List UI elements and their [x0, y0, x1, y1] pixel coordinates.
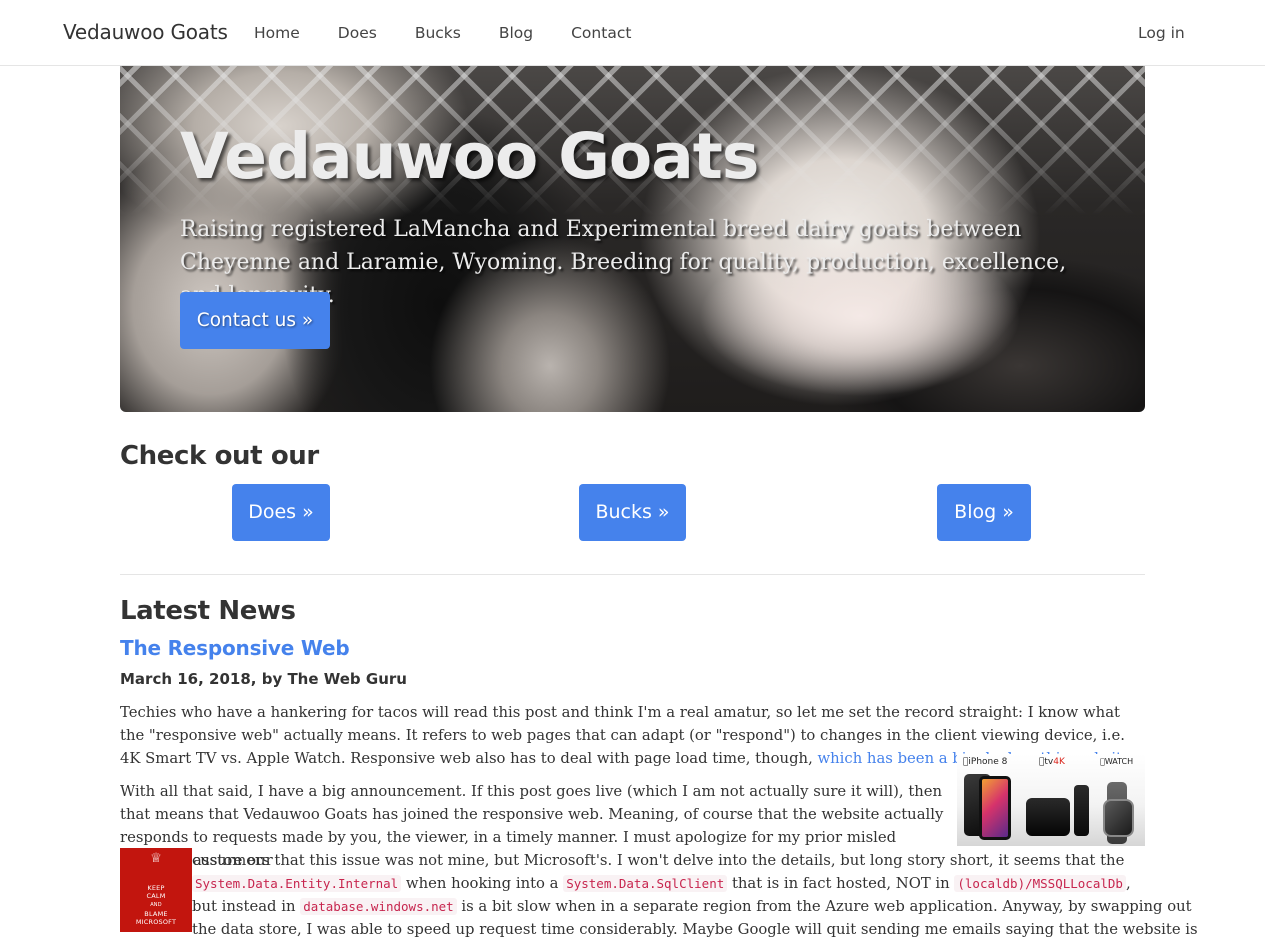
nav-link-blog[interactable]: Blog	[499, 24, 533, 42]
post-paragraph-2-line7: the data store, I was able to speed up r…	[192, 921, 1198, 938]
iphone-front-shape	[979, 776, 1011, 840]
brand-link[interactable]: Vedauwoo Goats	[63, 20, 228, 44]
appletv-box-shape	[1026, 798, 1070, 836]
does-button[interactable]: Does »	[232, 484, 330, 541]
post-text-slow: is a bit slow when in a separate region …	[456, 898, 1192, 915]
section-divider	[120, 574, 1145, 575]
post-paragraph-2-line4: customers that this issue was not mine, …	[192, 852, 1125, 869]
navbar: Vedauwoo Goats Home Does Bucks Blog Cont…	[0, 0, 1265, 66]
code-sqlclient: System.Data.SqlClient	[563, 875, 728, 892]
keepcalm-line-calm: CALM	[146, 892, 166, 900]
post-paragraph-2-line5: System.Data.Entity.Internal when hooking…	[192, 872, 1152, 895]
appletv-remote-shape	[1074, 785, 1089, 836]
latest-news-heading: Latest News	[120, 596, 296, 626]
nav-link-does[interactable]: Does	[338, 24, 377, 42]
checkout-heading: Check out our	[120, 441, 319, 471]
code-localdb: (localdb)/MSSQLLocalDb	[954, 875, 1126, 892]
crown-icon: ♕	[150, 851, 162, 866]
hero-jumbotron: Vedauwoo Goats Raising registered LaManc…	[120, 66, 1145, 412]
blog-button[interactable]: Blog »	[937, 484, 1031, 541]
watch-face-shape	[1103, 799, 1134, 837]
code-entity-internal: System.Data.Entity.Internal	[192, 875, 402, 892]
post-text-hosted: that is in fact hosted, NOT in	[727, 875, 955, 892]
nav-link-home[interactable]: Home	[254, 24, 300, 42]
login-link[interactable]: Log in	[1138, 24, 1185, 42]
keepcalm-line-blame: BLAME	[144, 910, 168, 918]
keepcalm-line-and: AND	[150, 902, 162, 908]
post-text-comma: ,	[1125, 875, 1131, 892]
post-text-instead: but instead in	[192, 898, 301, 915]
iphone-label: iPhone 8	[963, 757, 1007, 767]
bucks-button[interactable]: Bucks »	[579, 484, 686, 541]
keepcalm-line-microsoft: MICROSOFT	[135, 918, 177, 926]
nav-links: Home Does Bucks Blog Contact	[254, 24, 669, 42]
keep-calm-image: ♕ KEEP CALM AND BLAME MICROSOFT	[120, 848, 192, 932]
post-text-hooking: when hooking into a	[401, 875, 564, 892]
nav-link-contact[interactable]: Contact	[571, 24, 631, 42]
apple-devices-image: iPhone 8 tv4K WATCH	[957, 754, 1145, 846]
watch-label: WATCH	[1100, 757, 1133, 766]
contact-us-button[interactable]: Contact us »	[180, 292, 330, 349]
keepcalm-line-keep: KEEP	[147, 884, 165, 892]
post-paragraph-2-line6: but instead in database.windows.net is a…	[192, 895, 1192, 918]
hero-title: Vedauwoo Goats	[180, 120, 759, 193]
nav-link-bucks[interactable]: Bucks	[415, 24, 461, 42]
code-database-windows: database.windows.net	[300, 898, 457, 915]
appletv-label: tv4K	[1039, 757, 1065, 767]
post-title-link[interactable]: The Responsive Web	[120, 636, 350, 660]
post-meta: March 16, 2018, by The Web Guru	[120, 670, 407, 688]
